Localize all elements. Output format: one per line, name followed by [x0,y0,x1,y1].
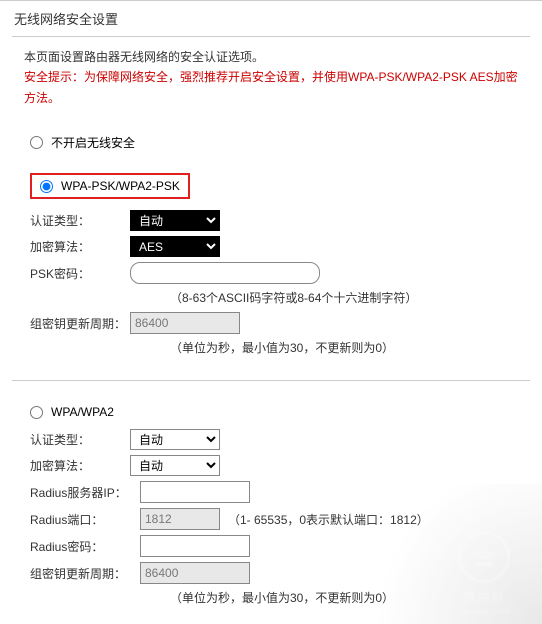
wpa-enc-label: 加密算法： [30,457,130,474]
psk-gk-row: 组密钥更新周期： [30,312,542,334]
wpa-radiusport-hint: （1- 65535，0表示默认端口：1812） [228,511,429,528]
psk-highlight: WPA-PSK/WPA2-PSK [30,173,190,199]
wpa-radiusip-label: Radius服务器IP： [30,484,140,501]
psk-pwd-hint: （8-63个ASCII码字符或8-64个十六进制字符） [170,289,542,306]
wpa-radiusip-row: Radius服务器IP： [30,481,542,503]
psk-enc-label: 加密算法： [30,238,130,255]
option-none: 不开启无线安全 [0,120,542,173]
radio-wpa-row[interactable]: WPA/WPA2 [30,405,542,423]
wpa-radiusport-label: Radius端口： [30,511,140,528]
wpa-gk-row: 组密钥更新周期： [30,562,542,584]
wpa-radiuspwd-label: Radius密码： [30,538,140,555]
radio-psk-label: WPA-PSK/WPA2-PSK [61,179,180,193]
radio-none-label: 不开启无线安全 [51,134,135,151]
psk-pwd-input[interactable] [130,262,320,284]
psk-auth-select[interactable]: 自动 [130,210,220,231]
psk-auth-label: 认证类型： [30,212,130,229]
wpa-radiusip-input[interactable] [140,481,250,503]
wpa-auth-select[interactable]: 自动 [130,429,220,450]
option-wpa: WPA/WPA2 认证类型： 自动 加密算法： 自动 Radius服务器IP： … [0,395,542,624]
intro-text: 本页面设置路由器无线网络的安全认证选项。 [24,47,518,67]
wpa-radiuspwd-row: Radius密码： [30,535,542,557]
psk-pwd-row: PSK密码： [30,262,542,284]
security-tip: 安全提示：为保障网络安全，强烈推荐开启安全设置，并使用WPA-PSK/WPA2-… [24,67,518,108]
wpa-radiusport-row: Radius端口： （1- 65535，0表示默认端口：1812） [30,508,542,530]
radio-wpa[interactable] [30,406,43,419]
panel-title: 无线网络安全设置 [0,1,542,36]
wpa-radiusport-input[interactable] [140,508,220,530]
wpa-gk-label: 组密钥更新周期： [30,565,140,582]
wpa-radiuspwd-input[interactable] [140,535,250,557]
psk-auth-row: 认证类型： 自动 [30,210,542,231]
psk-gk-input[interactable] [130,312,240,334]
psk-gk-hint: （单位为秒，最小值为30，不更新则为0） [170,339,542,356]
psk-pwd-label: PSK密码： [30,265,130,282]
wpa-gk-input[interactable] [140,562,250,584]
psk-gk-label: 组密钥更新周期： [30,315,130,332]
radio-psk[interactable] [40,180,53,193]
wpa-enc-select[interactable]: 自动 [130,455,220,476]
psk-enc-row: 加密算法： AES [30,236,542,257]
wpa-auth-label: 认证类型： [30,431,130,448]
psk-enc-select[interactable]: AES [130,236,220,257]
option-psk: WPA-PSK/WPA2-PSK 认证类型： 自动 加密算法： AES PSK密… [0,173,542,366]
intro-block: 本页面设置路由器无线网络的安全认证选项。 安全提示：为保障网络安全，强烈推荐开启… [0,37,542,120]
radio-wpa-label: WPA/WPA2 [51,405,114,419]
radio-none-row[interactable]: 不开启无线安全 [30,130,542,155]
radio-none[interactable] [30,136,43,149]
wpa-gk-hint: （单位为秒，最小值为30，不更新则为0） [170,589,542,606]
wpa-auth-row: 认证类型： 自动 [30,429,542,450]
wpa-enc-row: 加密算法： 自动 [30,455,542,476]
